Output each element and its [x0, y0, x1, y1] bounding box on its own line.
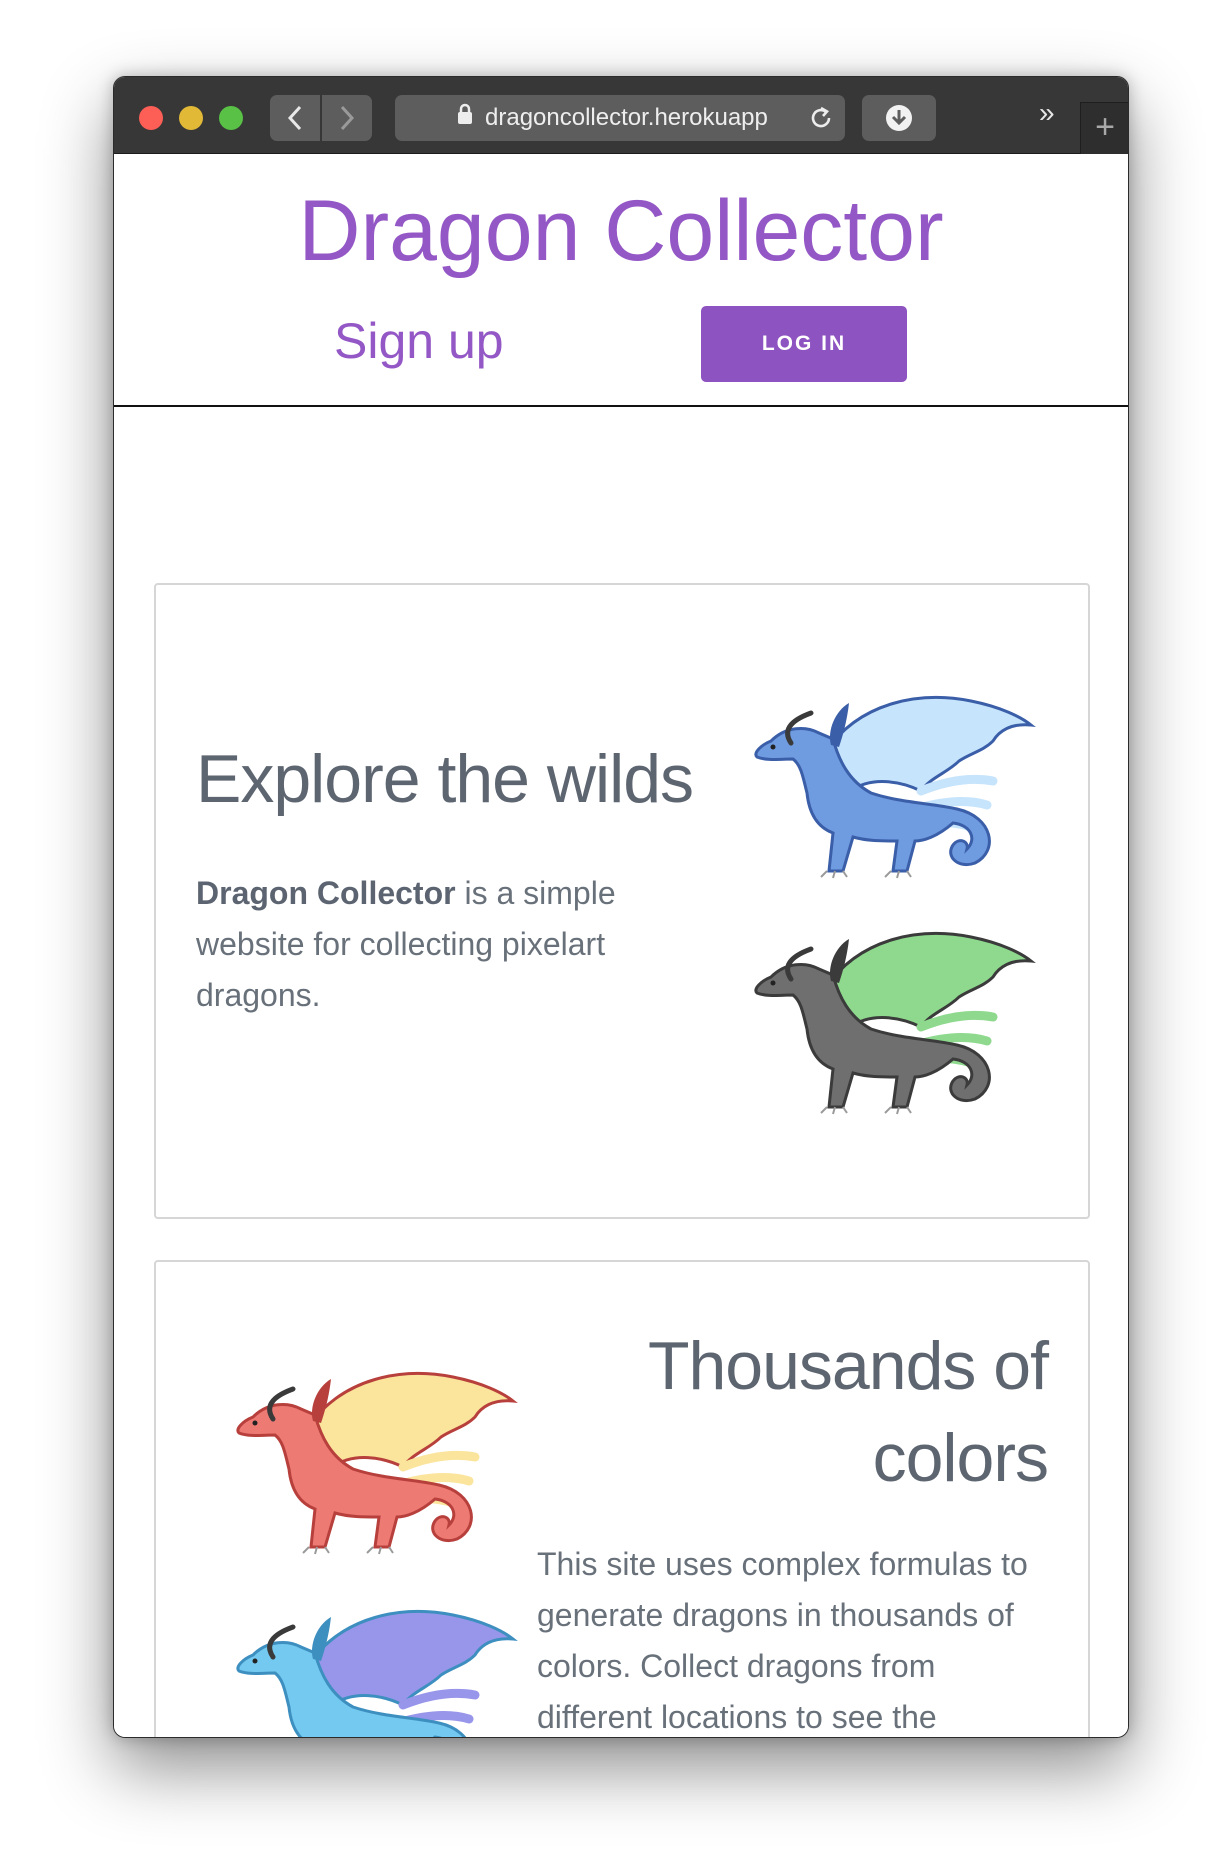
- lock-icon: [457, 95, 473, 141]
- dragon-image: [213, 1357, 523, 1567]
- plus-icon: +: [1095, 108, 1115, 146]
- explore-heading: Explore the wilds: [196, 741, 694, 817]
- colors-card: Thousands of colors This site uses compl…: [154, 1260, 1090, 1737]
- address-bar[interactable]: dragoncollector.herokuapp: [395, 95, 845, 141]
- browser-toolbar: dragoncollector.herokuapp » +: [114, 77, 1128, 154]
- explore-card: Explore the wilds Dragon Collector is a …: [154, 583, 1090, 1219]
- colors-heading-line2: colors: [872, 1420, 1049, 1496]
- browser-window: dragoncollector.herokuapp » + Dragon Col…: [113, 76, 1129, 1738]
- site-header: Dragon Collector Sign up LOG IN: [114, 154, 1128, 407]
- dragon-image: [731, 681, 1041, 891]
- colors-heading-line1: Thousands of: [647, 1328, 1049, 1404]
- close-window-button[interactable]: [139, 106, 163, 130]
- double-chevron-icon[interactable]: »: [1039, 97, 1055, 129]
- back-button[interactable]: [270, 95, 320, 141]
- site-title[interactable]: Dragon Collector: [114, 181, 1128, 281]
- dragon-image: [213, 1595, 523, 1737]
- minimize-window-button[interactable]: [179, 106, 203, 130]
- signup-link[interactable]: Sign up: [334, 311, 504, 371]
- dragon-image: [731, 917, 1041, 1127]
- colors-description: This site uses complex formulas to gener…: [537, 1546, 1028, 1735]
- new-tab-button[interactable]: +: [1080, 102, 1128, 154]
- zoom-window-button[interactable]: [219, 106, 243, 130]
- explore-description: Dragon Collector is a simple website for…: [196, 868, 646, 1021]
- downloads-button[interactable]: [862, 95, 936, 141]
- web-page: Dragon Collector Sign up LOG IN Explore …: [114, 154, 1128, 1737]
- download-icon: [886, 105, 912, 131]
- login-button[interactable]: LOG IN: [701, 306, 907, 382]
- chevron-right-icon: [340, 105, 355, 131]
- reload-icon[interactable]: [808, 95, 834, 157]
- colors-heading: Thousands of colors: [528, 1320, 1049, 1504]
- url-text: dragoncollector.herokuapp: [485, 104, 768, 131]
- brand-name: Dragon Collector: [196, 875, 456, 911]
- forward-button[interactable]: [322, 95, 372, 141]
- chevron-left-icon: [287, 105, 302, 131]
